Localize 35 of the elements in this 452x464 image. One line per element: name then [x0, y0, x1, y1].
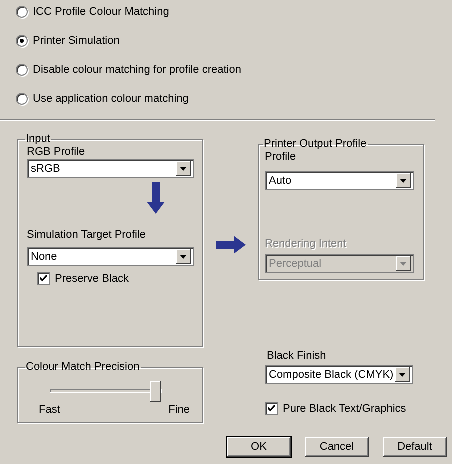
checkbox[interactable]	[265, 402, 278, 415]
field-label: RGB Profile	[27, 145, 86, 159]
radio-label: Printer Simulation	[33, 35, 120, 47]
output-profile-dropdown[interactable]: Auto	[265, 171, 414, 190]
field-label: Profile	[265, 150, 298, 164]
radio-button[interactable]	[16, 93, 28, 105]
checkmark-icon	[40, 275, 47, 282]
precision-slider[interactable]	[50, 381, 162, 402]
field-label: Black Finish	[267, 349, 328, 363]
dialog-button[interactable]: Default	[383, 437, 447, 457]
dialog-button[interactable]: Cancel	[305, 437, 369, 457]
slider-max-label: Fine	[168, 404, 190, 416]
field-label: Simulation Target Profile	[27, 228, 148, 242]
dialog-button[interactable]: OK	[227, 437, 291, 457]
radio-button[interactable]	[16, 6, 28, 18]
radio-label: ICC Profile Colour Matching	[33, 6, 170, 18]
radio-button[interactable]	[16, 35, 28, 47]
group-title: Colour Match Precision	[25, 361, 141, 373]
finish-dropdown[interactable]: Composite Black (CMYK)	[265, 365, 413, 384]
field-label: Rendering Intent	[265, 237, 348, 251]
radio-button[interactable]	[16, 64, 28, 76]
checkbox[interactable]	[37, 272, 50, 285]
slider-thumb[interactable]	[150, 381, 161, 402]
checkbox-label: Preserve Black	[55, 272, 129, 284]
checkbox-label: Pure Black Text/Graphics	[283, 402, 406, 414]
checkmark-icon	[268, 405, 275, 412]
slider-min-label: Fast	[39, 404, 60, 416]
radio-label: Disable colour matching for profile creation	[33, 64, 242, 76]
right-arrow-icon	[216, 236, 246, 254]
simulation-profile-dropdown[interactable]: None	[27, 247, 194, 266]
rgb-profile-dropdown[interactable]: sRGB	[27, 159, 194, 178]
down-arrow-icon	[146, 182, 164, 214]
group-title: Printer Output Profile	[263, 138, 368, 150]
radio-label: Use application colour matching	[33, 93, 189, 105]
group-title: Input	[25, 133, 52, 145]
